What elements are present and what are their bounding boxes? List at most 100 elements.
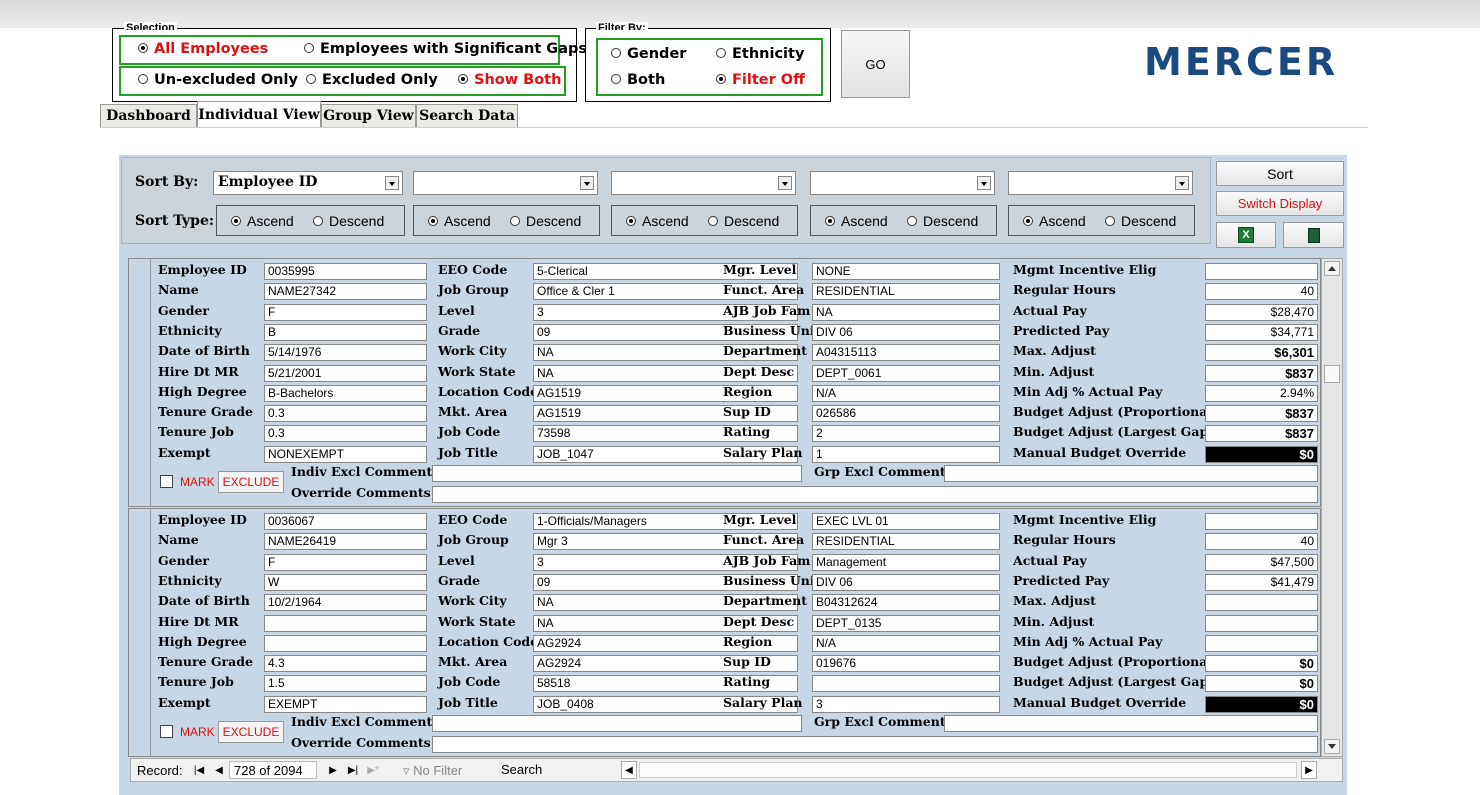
field-value[interactable]: N/A: [812, 634, 1000, 652]
sort-field-3-combo[interactable]: [611, 171, 796, 195]
radio-descend[interactable]: Descend: [708, 213, 779, 229]
sort-field-4-combo[interactable]: [810, 171, 995, 195]
field-value[interactable]: 019676: [812, 655, 1000, 673]
override-comments-field[interactable]: [432, 736, 1318, 753]
field-value[interactable]: 2: [812, 425, 1000, 443]
radio-ascend[interactable]: Ascend: [825, 213, 888, 229]
radio-ascend[interactable]: Ascend: [231, 213, 294, 229]
indiv-excl-comment-field[interactable]: [432, 465, 802, 482]
field-value[interactable]: $0: [1205, 695, 1318, 713]
field-value[interactable]: NAME27342: [264, 283, 427, 301]
switch-display-button[interactable]: Switch Display: [1216, 191, 1344, 216]
radio-all-employees[interactable]: All Employees: [138, 41, 268, 57]
field-value[interactable]: 3: [812, 695, 1000, 713]
field-value[interactable]: $6,301: [1205, 344, 1318, 362]
field-value[interactable]: B-Bachelors: [264, 384, 427, 402]
radio-gender[interactable]: Gender: [611, 46, 686, 62]
mark-checkbox[interactable]: [160, 725, 173, 738]
tab-individual-view[interactable]: Individual View: [197, 101, 321, 128]
exclude-button[interactable]: EXCLUDE: [218, 721, 284, 743]
new-record-icon[interactable]: ▶*: [365, 761, 381, 779]
records-scrollbar[interactable]: [1321, 258, 1343, 757]
field-value[interactable]: NA: [812, 303, 1000, 321]
chevron-down-icon[interactable]: [1175, 176, 1189, 190]
field-value[interactable]: [1205, 614, 1318, 632]
record-selector[interactable]: [129, 259, 151, 506]
field-value[interactable]: $47,500: [1205, 553, 1318, 571]
radio-descend[interactable]: Descend: [510, 213, 581, 229]
go-button[interactable]: GO: [841, 30, 910, 98]
scroll-up-icon[interactable]: [1324, 261, 1340, 276]
field-value[interactable]: N/A: [812, 384, 1000, 402]
field-value[interactable]: RESIDENTIAL: [812, 533, 1000, 551]
field-value[interactable]: 40: [1205, 283, 1318, 301]
radio-ascend[interactable]: Ascend: [626, 213, 689, 229]
field-value[interactable]: $0: [1205, 445, 1318, 463]
field-value[interactable]: 4.3: [264, 655, 427, 673]
field-value[interactable]: 2.94%: [1205, 384, 1318, 402]
field-value[interactable]: EXEC LVL 01: [812, 513, 1000, 530]
last-record-icon[interactable]: ▶|: [345, 761, 361, 779]
tab-group-view[interactable]: Group View: [321, 104, 416, 127]
sort-field-2-combo[interactable]: [413, 171, 598, 195]
field-value[interactable]: B04312624: [812, 594, 1000, 612]
override-comments-field[interactable]: [432, 486, 1318, 503]
scroll-thumb[interactable]: [1324, 365, 1340, 383]
indiv-excl-comment-field[interactable]: [432, 715, 802, 732]
field-value[interactable]: 5/14/1976: [264, 344, 427, 362]
mark-checkbox[interactable]: [160, 475, 173, 488]
field-value[interactable]: 1.5: [264, 675, 427, 693]
tab-dashboard[interactable]: Dashboard: [100, 104, 197, 127]
radio-descend[interactable]: Descend: [907, 213, 978, 229]
field-value[interactable]: 026586: [812, 405, 1000, 423]
radio-excluded-only[interactable]: Excluded Only: [306, 72, 438, 88]
radio-show-both[interactable]: Show Both: [458, 72, 561, 88]
field-value[interactable]: $0: [1205, 675, 1318, 693]
radio-significant-gaps[interactable]: Employees with Significant Gaps: [304, 41, 587, 57]
field-value[interactable]: NAME26419: [264, 533, 427, 551]
field-value[interactable]: 0036067: [264, 513, 427, 530]
field-value[interactable]: 0035995: [264, 263, 427, 280]
excel-export-button[interactable]: X: [1216, 222, 1276, 248]
field-value[interactable]: $28,470: [1205, 303, 1318, 321]
field-value[interactable]: DEPT_0061: [812, 364, 1000, 382]
field-value[interactable]: 5/21/2001: [264, 364, 427, 382]
radio-ethnicity[interactable]: Ethnicity: [716, 46, 804, 62]
field-value[interactable]: RESIDENTIAL: [812, 283, 1000, 301]
field-value[interactable]: 40: [1205, 533, 1318, 551]
radio-ascend[interactable]: Ascend: [428, 213, 491, 229]
field-value[interactable]: F: [264, 303, 427, 321]
tab-search-data[interactable]: Search Data: [416, 104, 518, 127]
chevron-down-icon[interactable]: [977, 176, 991, 190]
field-value[interactable]: [1205, 263, 1318, 280]
radio-filter-off[interactable]: Filter Off: [716, 72, 805, 88]
horizontal-scrollbar[interactable]: [639, 762, 1297, 778]
grp-excl-comment-field[interactable]: [944, 465, 1318, 482]
field-value[interactable]: F: [264, 553, 427, 571]
field-value[interactable]: [264, 634, 427, 652]
radio-descend[interactable]: Descend: [313, 213, 384, 229]
field-value[interactable]: DIV 06: [812, 323, 1000, 341]
field-value[interactable]: $34,771: [1205, 323, 1318, 341]
record-position[interactable]: 728 of 2094: [229, 761, 317, 779]
field-value[interactable]: NONE: [812, 263, 1000, 280]
chevron-down-icon[interactable]: [778, 176, 792, 190]
sort-field-1-combo[interactable]: Employee ID: [213, 171, 403, 195]
sort-button[interactable]: Sort: [1216, 161, 1344, 186]
radio-unexcluded-only[interactable]: Un-excluded Only: [138, 72, 298, 88]
chevron-down-icon[interactable]: [385, 176, 399, 190]
field-value[interactable]: B: [264, 323, 427, 341]
field-value[interactable]: [812, 675, 1000, 693]
radio-both[interactable]: Both: [611, 72, 665, 88]
field-value[interactable]: $837: [1205, 405, 1318, 423]
field-value[interactable]: $837: [1205, 364, 1318, 382]
field-value[interactable]: NONEXEMPT: [264, 445, 427, 463]
record-selector[interactable]: [129, 509, 151, 756]
next-record-icon[interactable]: ▶: [325, 761, 341, 779]
field-value[interactable]: [1205, 513, 1318, 530]
field-value[interactable]: 1: [812, 445, 1000, 463]
field-value[interactable]: [1205, 594, 1318, 612]
search-field[interactable]: Search: [497, 761, 589, 779]
field-value[interactable]: W: [264, 573, 427, 591]
chevron-down-icon[interactable]: [580, 176, 594, 190]
